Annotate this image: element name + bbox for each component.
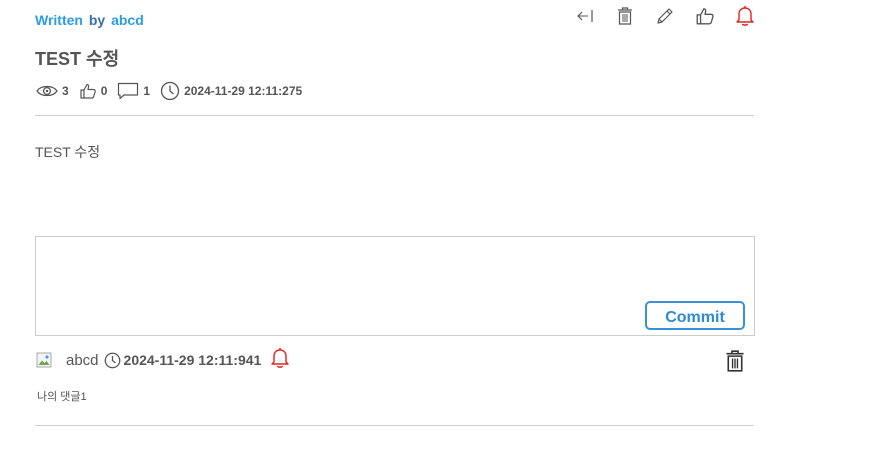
comment-icon	[117, 82, 139, 100]
header-divider	[35, 115, 754, 116]
commit-button[interactable]: Commit	[645, 301, 745, 330]
eye-icon	[36, 84, 58, 98]
comment-text: 나의 댓글1	[37, 391, 87, 403]
comment-divider	[35, 425, 754, 426]
edit-post-button[interactable]	[645, 4, 685, 32]
view-count: 3	[62, 84, 69, 98]
trash-icon	[616, 6, 634, 31]
post-actions	[565, 4, 765, 32]
avatar	[36, 352, 52, 368]
clock-icon	[104, 352, 121, 369]
comment-timestamp: 2024-11-29 12:11:941	[123, 352, 262, 368]
pencil-icon	[655, 6, 675, 31]
bell-icon	[270, 347, 290, 374]
comment-author[interactable]: abcd	[66, 352, 99, 369]
written-label: Written	[35, 12, 83, 28]
post-author-link[interactable]: abcd	[111, 12, 144, 28]
bell-icon	[735, 5, 755, 32]
post-title: TEST 수정	[35, 49, 120, 69]
thumbs-up-icon	[695, 6, 715, 31]
back-button[interactable]	[565, 4, 605, 32]
like-post-button[interactable]	[685, 4, 725, 32]
report-comment-button[interactable]	[270, 347, 290, 374]
by-label: by	[88, 12, 106, 28]
trash-icon	[724, 348, 746, 379]
comment-header: abcd 2024-11-29 12:11:941	[36, 347, 290, 374]
thumbs-up-icon	[79, 82, 97, 100]
comment-count: 1	[143, 84, 151, 98]
post-timestamp: 2024-11-29 12:11:275	[184, 84, 303, 98]
back-icon	[575, 7, 595, 30]
delete-comment-button[interactable]	[722, 349, 748, 377]
post-author-line: Written by abcd	[35, 12, 144, 28]
delete-post-button[interactable]	[605, 4, 645, 32]
post-body: TEST 수정	[35, 144, 101, 160]
report-post-button[interactable]	[725, 4, 765, 32]
like-count: 0	[100, 84, 108, 98]
post-meta: 3 0 1 2024-11-29 12:11:275	[36, 80, 312, 102]
clock-icon	[160, 81, 180, 101]
